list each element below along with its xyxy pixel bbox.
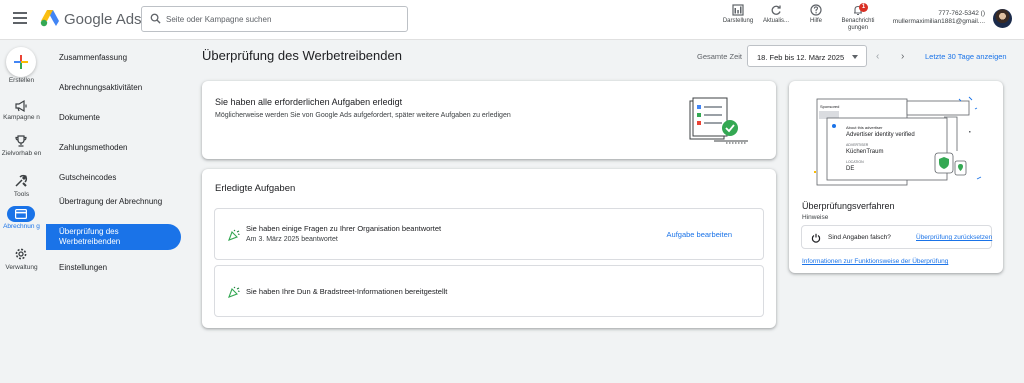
gear-icon[interactable] — [14, 247, 28, 261]
subnav-item-advertiser-verification[interactable]: Überprüfung des Werbetreibenden — [46, 224, 181, 250]
date-range-value: 18. Feb bis 12. März 2025 — [757, 53, 845, 62]
summary-subtitle: Möglicherweise werden Sie von Google Ads… — [215, 112, 511, 119]
brand-name: Google Ads — [64, 11, 142, 28]
help-icon — [810, 4, 822, 16]
refresh-label: Aktualis... — [762, 18, 789, 24]
subnav-item-billing-transfer[interactable]: Übertragung der Abrechnung — [46, 197, 181, 207]
task-date: Am 3. März 2025 beantwortet — [246, 236, 338, 243]
dropdown-arrow-icon — [852, 55, 858, 59]
reset-verification-link[interactable]: Überprüfung zurücksetzen — [916, 234, 992, 241]
rail-label-create[interactable]: Erstellen — [0, 77, 43, 85]
refresh-button[interactable]: Aktualis... — [758, 4, 794, 25]
rail-label-campaigns[interactable]: Kampagne n — [0, 114, 43, 122]
location-value: DE — [846, 166, 855, 172]
notifications-button[interactable]: 1 Benachrichti gungen — [836, 3, 880, 32]
subnav-item-settings[interactable]: Einstellungen — [46, 263, 181, 273]
rail-label-billing[interactable]: Abrechnun g — [0, 223, 43, 231]
incorrect-info-box: Sind Angaben falsch? Überprüfung zurücks… — [801, 225, 992, 249]
tools-icon[interactable] — [14, 174, 28, 188]
help-button[interactable]: Hilfe — [805, 4, 827, 25]
verification-process-card: Sponsored About this advertiser Advertis… — [789, 81, 1003, 273]
task-title: Sie haben einige Fragen zu Ihrer Organis… — [246, 224, 442, 233]
party-popper-icon — [228, 229, 240, 241]
verification-process-subtitle: Hinweise — [802, 214, 829, 221]
nav-rail: Erstellen Kampagne n Zielvorhab en Tools… — [0, 40, 43, 383]
power-icon — [811, 233, 821, 243]
last-30-days-link[interactable]: Letzte 30 Tage anzeigen — [925, 52, 1007, 61]
create-button[interactable] — [6, 47, 36, 77]
notifications-label: Benachrichti gungen — [841, 18, 875, 31]
refresh-icon — [771, 5, 781, 15]
advertiser-field-label: ADVERTISER — [846, 143, 869, 147]
identity-verified-label: Advertiser identity verified — [846, 132, 915, 138]
avatar[interactable] — [993, 9, 1012, 28]
top-bar: Google Ads Darstellung Aktualis... Hilfe — [0, 0, 1024, 40]
search-input[interactable] — [166, 10, 401, 28]
subnav-item-payment-methods[interactable]: Zahlungsmethoden — [46, 143, 181, 153]
subnav-item-summary[interactable]: Zusammenfassung — [46, 53, 181, 63]
billing-nav-button[interactable] — [7, 206, 35, 222]
party-popper-icon — [228, 286, 240, 298]
trophy-icon[interactable] — [14, 134, 28, 148]
plus-icon — [14, 55, 28, 69]
edit-task-link[interactable]: Aufgabe bearbeiten — [667, 230, 732, 239]
completed-tasks-card: Erledigte Aufgaben Sie haben einige Frag… — [202, 169, 776, 328]
about-advertiser-label: About this advertiser — [846, 125, 883, 130]
notification-badge: 1 — [859, 3, 868, 12]
account-email: mullermaximilian1881@gmail.... — [892, 18, 985, 25]
completed-tasks-title: Erledigte Aufgaben — [215, 183, 296, 194]
incorrect-info-question: Sind Angaben falsch? — [828, 234, 891, 241]
date-range-select[interactable]: 18. Feb bis 12. März 2025 — [747, 45, 867, 67]
subnav-item-activity[interactable]: Abrechnungsaktivitäten — [46, 83, 181, 93]
appearance-label: Darstellung — [722, 18, 754, 24]
task-item: Sie haben Ihre Dun & Bradstreet-Informat… — [214, 265, 764, 317]
search-box[interactable] — [141, 6, 408, 32]
rail-label-tools[interactable]: Tools — [0, 191, 43, 199]
search-icon — [150, 13, 161, 24]
checklist-illustration — [689, 97, 748, 144]
megaphone-icon[interactable] — [14, 99, 28, 113]
rail-label-admin[interactable]: Verwaltung — [0, 264, 43, 272]
location-field-label: LOCATION — [846, 160, 864, 164]
menu-icon[interactable] — [13, 12, 27, 24]
help-label: Hilfe — [809, 18, 822, 24]
rail-label-goals[interactable]: Zielvorhab en — [0, 150, 43, 158]
task-item: Sie haben einige Fragen zu Ihrer Organis… — [214, 208, 764, 260]
appearance-button[interactable]: Darstellung — [720, 4, 756, 25]
summary-title: Sie haben alle erforderlichen Aufgaben e… — [215, 97, 403, 107]
account-info[interactable]: 777-762-5342 () mullermaximilian1881@gma… — [893, 10, 985, 26]
date-range-label: Gesamte Zeit — [697, 52, 743, 61]
account-id: 777-762-5342 () — [938, 10, 985, 17]
summary-card: Sie haben alle erforderlichen Aufgaben e… — [202, 81, 776, 159]
how-verification-works-link[interactable]: Informationen zur Funktionsweise der Übe… — [802, 258, 948, 265]
subnav-item-documents[interactable]: Dokumente — [46, 113, 181, 123]
appearance-icon — [732, 4, 744, 16]
task-title: Sie haben Ihre Dun & Bradstreet-Informat… — [246, 287, 448, 296]
sponsored-label: Sponsored — [820, 104, 840, 109]
chevron-right-icon[interactable]: › — [901, 51, 904, 62]
advertiser-name: KüchenTraum — [846, 149, 884, 155]
google-ads-logo[interactable] — [40, 9, 60, 27]
subnav-item-promo-codes[interactable]: Gutscheincodes — [46, 173, 181, 183]
chevron-left-icon[interactable]: ‹ — [876, 51, 879, 62]
credit-card-icon — [15, 209, 27, 219]
verification-process-title: Überprüfungsverfahren — [802, 201, 895, 211]
page-title: Überprüfung des Werbetreibenden — [202, 48, 402, 63]
